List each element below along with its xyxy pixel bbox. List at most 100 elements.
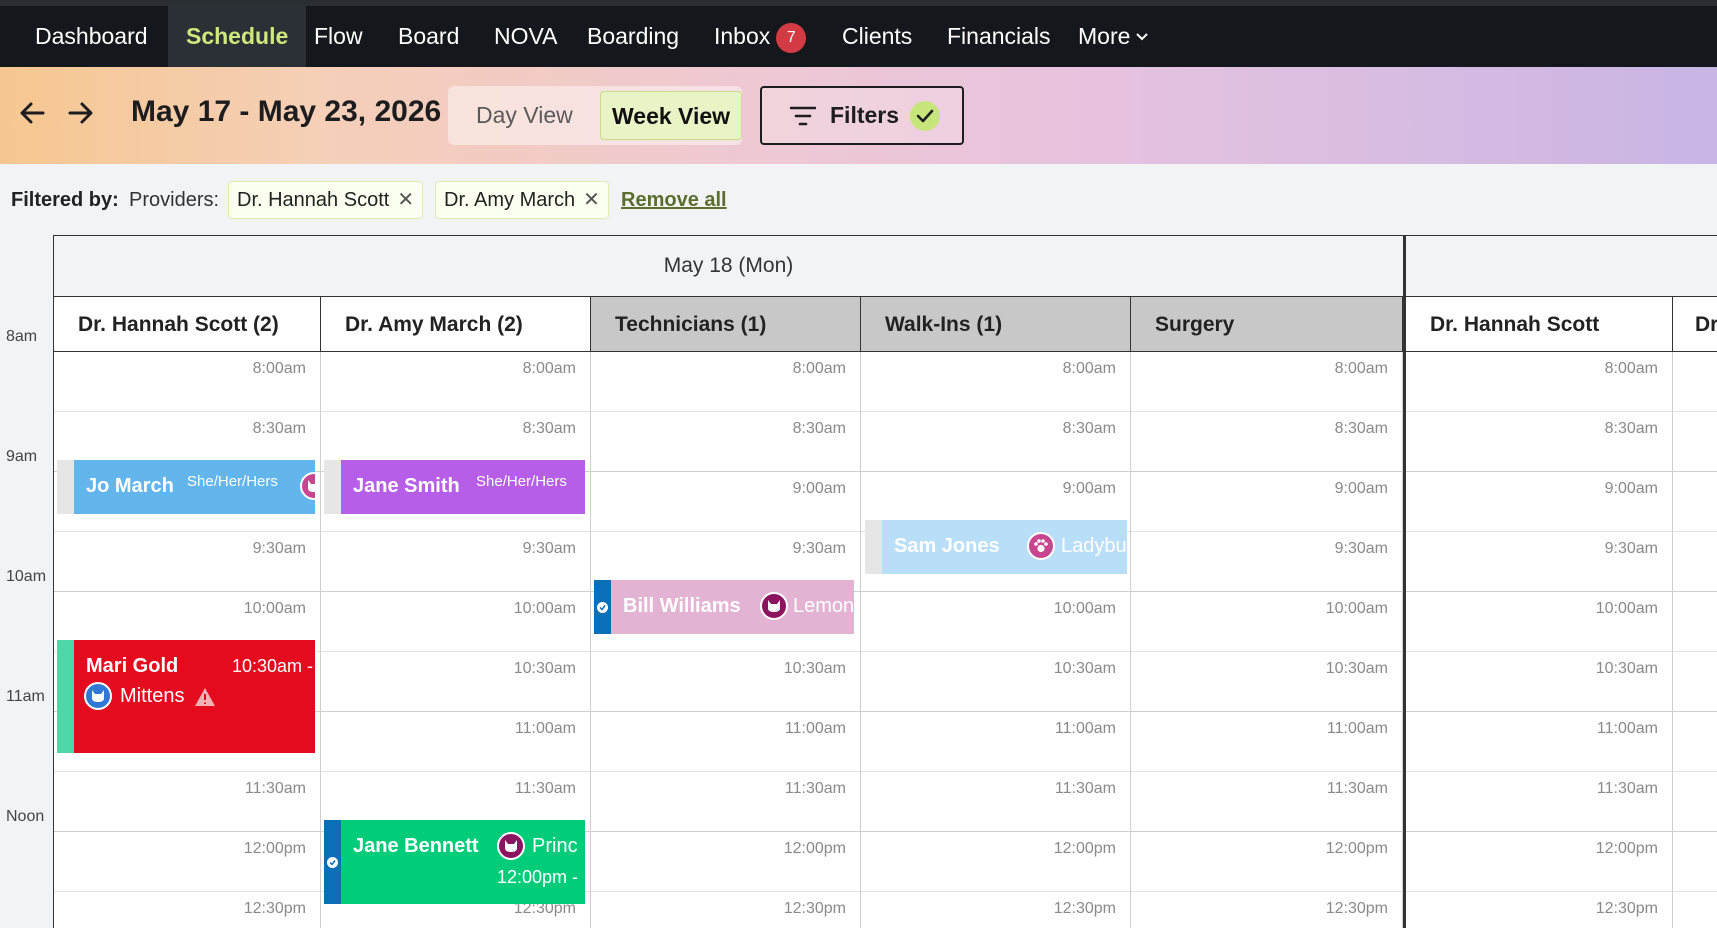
nav-nova[interactable]: NOVA <box>476 6 575 67</box>
time-slot[interactable]: 10:30am <box>861 652 1130 712</box>
arrow-right-icon[interactable] <box>60 93 100 133</box>
slot-time-label: 9:00am <box>1604 480 1658 497</box>
column-header[interactable]: Dr. Amy March (2) <box>321 297 591 352</box>
appointment-card[interactable]: Jo March She/Her/Hers <box>57 460 315 514</box>
time-slot[interactable]: 12:00pm <box>1131 832 1402 892</box>
column-header[interactable]: Dr <box>1673 297 1717 352</box>
remove-all-link[interactable]: Remove all <box>621 189 727 212</box>
time-slot[interactable]: 12:30pm <box>591 892 860 928</box>
slot-time-label: 12:30pm <box>1325 900 1388 917</box>
time-slot[interactable]: 11:00am <box>591 712 860 772</box>
time-slot[interactable]: 11:30am <box>1406 772 1672 832</box>
appointment-body: Bill Williams Lemon <box>611 580 854 634</box>
time-slot[interactable]: 12:00pm <box>54 832 320 892</box>
time-slot[interactable]: 11:30am <box>861 772 1130 832</box>
time-slot[interactable] <box>1673 412 1717 472</box>
time-slot[interactable]: 10:00am <box>861 592 1130 652</box>
nav-boarding[interactable]: Boarding <box>569 6 697 67</box>
appointment-card[interactable]: Jane Bennett Princ 12:00pm - <box>324 820 585 904</box>
week-view-button[interactable]: Week View <box>600 91 743 140</box>
time-slot[interactable]: 9:00am <box>591 472 860 532</box>
slot-time-label: 11:00am <box>514 720 576 737</box>
slot-time-label: 11:00am <box>1596 720 1658 737</box>
close-icon[interactable]: ✕ <box>583 182 600 218</box>
time-slot[interactable]: 10:00am <box>321 592 590 652</box>
time-slot[interactable]: 10:00am <box>1406 592 1672 652</box>
warning-icon <box>195 688 215 706</box>
column-header[interactable]: Surgery <box>1131 297 1403 352</box>
time-slot[interactable]: 10:30am <box>591 652 860 712</box>
time-slot[interactable] <box>1673 472 1717 532</box>
column-header[interactable]: Technicians (1) <box>591 297 861 352</box>
time-slot[interactable]: 11:30am <box>591 772 860 832</box>
time-slot[interactable]: 9:30am <box>321 532 590 592</box>
time-slot[interactable] <box>1673 832 1717 892</box>
appointment-card[interactable]: Sam Jones Ladybug <box>865 520 1127 574</box>
time-slot[interactable]: 9:30am <box>1406 532 1672 592</box>
time-slot[interactable]: 11:00am <box>1131 712 1402 772</box>
schedule-column: 8:00am8:30am9:00am9:30am10:00am10:30am11… <box>591 352 861 928</box>
time-slot[interactable]: 12:30pm <box>1131 892 1402 928</box>
time-slot[interactable]: 8:00am <box>1406 352 1672 412</box>
nav-dashboard[interactable]: Dashboard <box>17 6 166 67</box>
nav-board[interactable]: Board <box>380 6 477 67</box>
time-slot[interactable]: 11:00am <box>861 712 1130 772</box>
appointment-card[interactable]: Bill Williams Lemon <box>594 580 854 634</box>
nav-inbox[interactable]: Inbox 7 <box>696 6 824 67</box>
time-slot[interactable]: 12:00pm <box>861 832 1130 892</box>
time-slot[interactable]: 12:00pm <box>1406 832 1672 892</box>
time-slot[interactable]: 9:00am <box>1131 472 1402 532</box>
slot-time-label: 12:00pm <box>783 840 846 857</box>
nav-flow[interactable]: Flow <box>296 6 381 67</box>
time-slot[interactable]: 11:30am <box>1131 772 1402 832</box>
hour-label: 8am <box>6 328 38 345</box>
time-slot[interactable]: 11:00am <box>321 712 590 772</box>
time-slot[interactable]: 10:30am <box>321 652 590 712</box>
time-slot[interactable]: 8:30am <box>591 412 860 472</box>
column-header[interactable]: Dr. Hannah Scott <box>1406 297 1673 352</box>
time-slot[interactable]: 8:30am <box>1406 412 1672 472</box>
close-icon[interactable]: ✕ <box>397 182 414 218</box>
time-slot[interactable] <box>1673 652 1717 712</box>
time-slot[interactable]: 8:00am <box>591 352 860 412</box>
column-header[interactable]: Dr. Hannah Scott (2) <box>54 297 321 352</box>
appointment-card[interactable]: Jane Smith She/Her/Hers <box>324 460 585 514</box>
nav-more[interactable]: More <box>1060 6 1166 67</box>
time-slot[interactable]: 10:30am <box>1131 652 1402 712</box>
column-header[interactable]: Walk-Ins (1) <box>861 297 1131 352</box>
time-slot[interactable]: 8:00am <box>321 352 590 412</box>
time-slot[interactable]: 12:30pm <box>861 892 1130 928</box>
time-slot[interactable]: 9:30am <box>54 532 320 592</box>
nav-schedule[interactable]: Schedule <box>168 6 307 67</box>
day-view-button[interactable]: Day View <box>465 91 584 140</box>
time-slot[interactable]: 12:30pm <box>54 892 320 928</box>
time-slot[interactable] <box>1673 532 1717 592</box>
time-slot[interactable]: 10:30am <box>1406 652 1672 712</box>
time-slot[interactable]: 10:00am <box>1131 592 1402 652</box>
time-slot[interactable]: 9:00am <box>1406 472 1672 532</box>
time-slot[interactable] <box>1673 772 1717 832</box>
time-slot[interactable]: 9:30am <box>1131 532 1402 592</box>
time-slot[interactable]: 12:00pm <box>591 832 860 892</box>
filters-label: Filters <box>830 102 900 128</box>
appointment-card[interactable]: Mari Gold 10:30am - Mittens <box>57 640 315 753</box>
arrow-left-icon[interactable] <box>13 93 53 133</box>
time-slot[interactable] <box>1673 712 1717 772</box>
time-slot[interactable]: 11:00am <box>1406 712 1672 772</box>
time-slot[interactable]: 8:30am <box>861 412 1130 472</box>
appointment-status-stripe <box>324 820 341 904</box>
time-slot[interactable]: 8:30am <box>1131 412 1402 472</box>
time-slot[interactable]: 8:00am <box>54 352 320 412</box>
next-day-header <box>1403 236 1717 297</box>
time-slot[interactable] <box>1673 592 1717 652</box>
time-slot[interactable]: 11:30am <box>54 772 320 832</box>
time-slot[interactable]: 8:00am <box>861 352 1130 412</box>
time-slot[interactable]: 8:00am <box>1131 352 1402 412</box>
filters-button[interactable]: Filters <box>760 86 964 145</box>
nav-clients[interactable]: Clients <box>824 6 930 67</box>
time-slot[interactable]: 12:30pm <box>1406 892 1672 928</box>
time-slot[interactable] <box>1673 892 1717 928</box>
time-slot[interactable] <box>1673 352 1717 412</box>
nav-financials[interactable]: Financials <box>929 6 1069 67</box>
pet-name: Princ <box>532 835 578 857</box>
